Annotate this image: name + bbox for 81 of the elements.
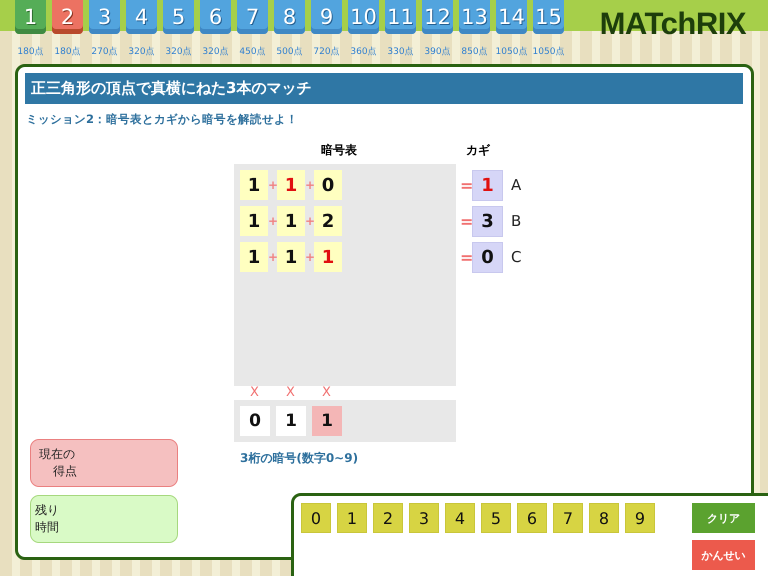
stage-points: 1050点 [496,46,528,58]
stage-tab[interactable]: 10 [348,0,379,34]
digit-key[interactable]: 5 [481,503,511,533]
stage-tab[interactable]: 11 [385,0,416,34]
plus-sign: + [268,214,277,228]
digit-cell: 2 [314,206,342,236]
score-label: 得点 [52,463,78,480]
stage-tab[interactable]: 8 [274,0,305,34]
stage-tab[interactable]: 1 [15,0,46,34]
stage-points: 180点 [54,46,81,58]
key-cell: 3 [472,206,503,236]
cipher-table-heading: 暗号表 [321,142,357,159]
answer-caption: 3桁の暗号(数字0~9) [239,450,360,467]
stage-points: 850点 [461,46,488,58]
stage-points: 270点 [91,46,118,58]
digit-cell: 1 [277,242,305,272]
digit-key[interactable]: 6 [517,503,547,533]
puzzle-title: 正三角形の頂点で真横にねた3本のマッチ [25,73,743,104]
digit-cell: 1 [314,242,342,272]
digit-cell: 0 [314,170,342,200]
stage-tab[interactable]: 9 [311,0,342,34]
wrong-mark: X [249,386,260,400]
digit-cell: 1 [277,170,305,200]
stage-points: 320点 [128,46,155,58]
stage-tab[interactable]: 7 [237,0,268,34]
digit-key[interactable]: 9 [625,503,655,533]
stage-tab[interactable]: 3 [89,0,120,34]
plus-sign: + [305,250,314,264]
digit-key[interactable]: 1 [337,503,367,533]
stage-tab[interactable]: 14 [496,0,527,34]
stage-points: 320点 [165,46,192,58]
stage-tab[interactable]: 2 [52,0,83,34]
digit-cell: 1 [240,242,268,272]
plus-sign: + [305,214,314,228]
stage-tab[interactable]: 15 [533,0,564,34]
key-label: B [511,212,522,230]
answer-cell[interactable]: 1 [276,406,306,436]
stage-tab[interactable]: 6 [200,0,231,34]
plus-sign: + [305,178,314,192]
equals-sign: = [460,248,472,266]
stage-points: 330点 [387,46,414,58]
wrong-mark: X [285,386,296,400]
digit-key[interactable]: 3 [409,503,439,533]
digit-key[interactable]: 4 [445,503,475,533]
plus-sign: + [268,250,277,264]
stage-points: 320点 [202,46,229,58]
answer-cell[interactable]: 0 [240,406,270,436]
digit-cell: 1 [240,206,268,236]
stage-points: 390点 [424,46,451,58]
digit-key[interactable]: 7 [553,503,583,533]
equals-sign: = [460,212,472,230]
key-cell: 0 [472,242,503,272]
stage-tab[interactable]: 5 [163,0,194,34]
key-cell: 1 [472,170,503,200]
time-label: 時間 [35,519,60,536]
stage-points: 720点 [313,46,340,58]
stage-tab[interactable]: 12 [422,0,453,34]
submit-button[interactable]: かんせい [692,540,755,570]
stage-points: 450点 [239,46,266,58]
digit-key[interactable]: 0 [301,503,331,533]
stage-points: 360点 [350,46,377,58]
stage-tab[interactable]: 4 [126,0,157,34]
stage-tab[interactable]: 13 [459,0,490,34]
equals-sign: = [460,176,472,194]
plus-sign: + [268,178,277,192]
stage-points: 1050点 [532,46,564,58]
key-label: A [511,176,522,194]
answer-cell[interactable]: 1 [312,406,342,436]
key-heading: カギ [466,142,490,159]
score-label: 現在の [39,446,76,463]
digit-cell: 1 [277,206,305,236]
time-label: 残り [35,502,60,519]
key-label: C [511,248,522,266]
stage-points: 180点 [17,46,44,58]
digit-key[interactable]: 8 [589,503,619,533]
digit-key[interactable]: 2 [373,503,403,533]
digit-cell: 1 [240,170,268,200]
stage-points: 500点 [276,46,303,58]
wrong-mark: X [321,386,332,400]
clear-button[interactable]: クリア [692,503,755,533]
mission-text: ミッション2：暗号表とカギから暗号を解読せよ！ [26,112,300,127]
